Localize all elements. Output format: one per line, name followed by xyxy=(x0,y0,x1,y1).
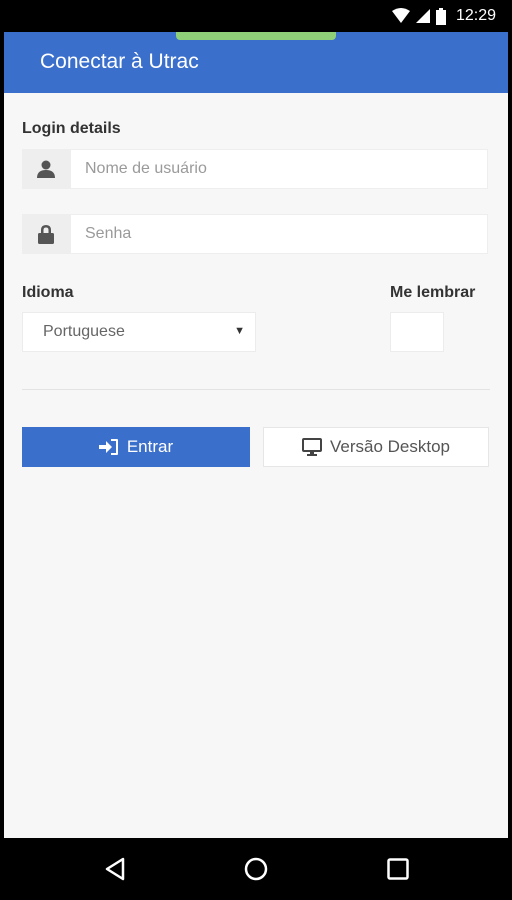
signal-icon xyxy=(415,9,430,23)
status-time: 12:29 xyxy=(455,7,496,24)
language-label: Idioma xyxy=(22,284,74,301)
login-details-label: Login details xyxy=(22,120,121,137)
language-select-value: Portuguese xyxy=(43,323,125,340)
sign-in-icon xyxy=(98,439,118,455)
remember-me-checkbox[interactable] xyxy=(390,312,444,352)
desktop-version-label: Versão Desktop xyxy=(329,437,450,456)
username-addon xyxy=(22,149,70,189)
back-icon[interactable] xyxy=(102,856,128,882)
accent-strip xyxy=(176,32,336,40)
wifi-icon xyxy=(391,8,410,23)
user-icon xyxy=(37,160,55,178)
lock-icon xyxy=(38,224,54,244)
username-row: Nome de usuário xyxy=(22,149,488,189)
home-icon[interactable] xyxy=(243,856,269,882)
navigation-bar xyxy=(4,838,508,900)
login-button-label: Entrar xyxy=(126,437,174,456)
app-bar: Conectar à Utrac xyxy=(4,32,508,93)
battery-icon xyxy=(435,7,446,25)
recents-icon[interactable] xyxy=(385,856,411,882)
username-input[interactable]: Nome de usuário xyxy=(70,149,488,189)
desktop-version-button[interactable]: Versão Desktop xyxy=(263,427,489,467)
remember-me-label: Me lembrar xyxy=(390,284,476,301)
password-input[interactable]: Senha xyxy=(70,214,488,254)
page-title: Conectar à Utrac xyxy=(40,50,199,73)
language-select[interactable]: Portuguese ▼ xyxy=(22,312,256,352)
dropdown-caret-icon: ▼ xyxy=(234,325,245,337)
phone-screen: 12:29 Conectar à Utrac Login details Nom… xyxy=(4,0,508,900)
password-row: Senha xyxy=(22,214,488,254)
password-addon xyxy=(22,214,70,254)
divider xyxy=(22,389,490,390)
desktop-icon xyxy=(301,438,322,456)
login-button[interactable]: Entrar xyxy=(22,427,250,467)
status-bar: 12:29 xyxy=(4,0,508,32)
